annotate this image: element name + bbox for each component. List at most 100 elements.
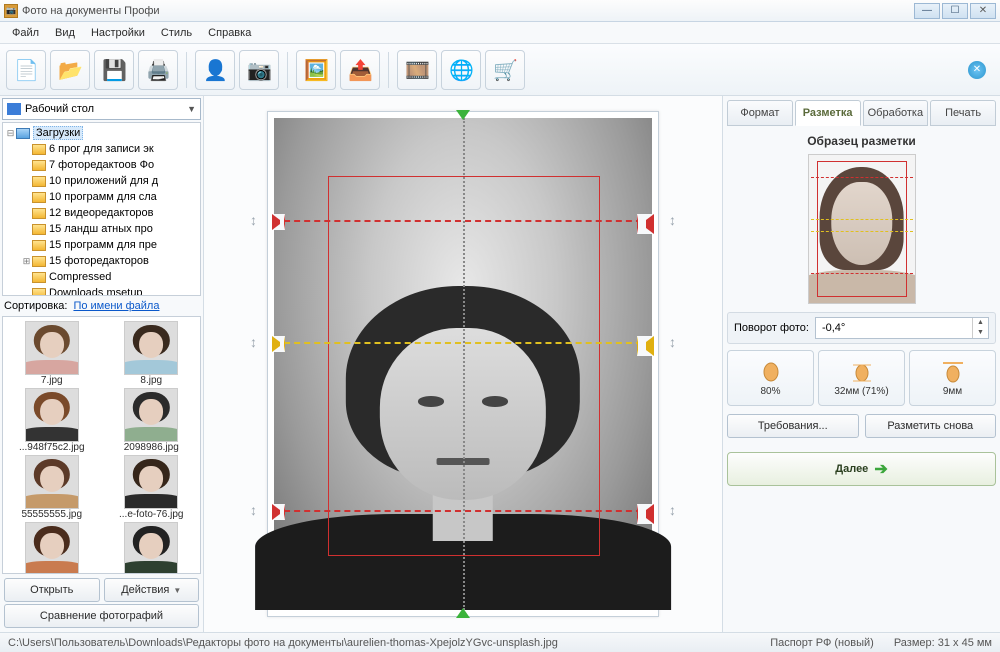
thumbnail[interactable]: ...e-foto-76.jpg	[105, 455, 199, 520]
menu-file[interactable]: Файл	[6, 25, 45, 41]
thumbnail-image	[124, 522, 178, 574]
tab-format[interactable]: Формат	[727, 100, 793, 126]
collapse-icon[interactable]: ⊟	[5, 128, 16, 139]
web-button[interactable]: 🌐	[441, 50, 481, 90]
window-controls: — ☐ ✕	[914, 3, 996, 19]
thumbnail[interactable]: 2098986.jpg	[105, 388, 199, 453]
metric-value: 32мм (71%)	[834, 386, 888, 397]
panel-close-button[interactable]: ✕	[968, 61, 986, 79]
metric-face-height[interactable]: 80%	[727, 350, 814, 406]
tree-root[interactable]: ⊟ Загрузки	[5, 125, 198, 141]
guide-marker[interactable]	[272, 336, 285, 352]
compare-button[interactable]: Сравнение фотографий	[4, 604, 199, 628]
tree-label: 12 видеоредакторов	[49, 207, 154, 219]
image-button[interactable]: 🖼️	[296, 50, 336, 90]
guide-marker[interactable]	[637, 336, 654, 356]
menu-settings[interactable]: Настройки	[85, 25, 151, 41]
drive-label: Рабочий стол	[25, 103, 94, 115]
rotate-row: Поворот фото: ▲▼	[727, 312, 996, 344]
tab-print[interactable]: Печать	[930, 100, 996, 126]
guide-marker[interactable]	[272, 504, 285, 520]
thumbnail[interactable]: 55555555.jpg	[5, 455, 99, 520]
folder-icon	[32, 144, 46, 155]
tree-item[interactable]: Compressed	[5, 269, 198, 285]
eye-guide[interactable]	[274, 342, 652, 344]
guide-marker[interactable]	[637, 504, 654, 524]
sort-link[interactable]: По имени файла	[73, 300, 159, 312]
rotate-spinner[interactable]: ▲▼	[815, 317, 989, 339]
camera-icon: 📷	[247, 58, 271, 82]
tree-label: 15 фоторедакторов	[49, 255, 149, 267]
top-handle[interactable]	[456, 110, 470, 120]
resize-arrow-icon: ↕	[250, 212, 257, 228]
close-button[interactable]: ✕	[970, 3, 996, 19]
tree-item[interactable]: 10 программ для сла	[5, 189, 198, 205]
new-button[interactable]: 📄	[6, 50, 46, 90]
open-file-button[interactable]: Открыть	[4, 578, 100, 602]
guide-marker[interactable]	[637, 214, 654, 234]
thumbnail-name: 2098986.jpg	[124, 442, 179, 453]
drive-select[interactable]: Рабочий стол ▼	[2, 98, 201, 120]
maximize-button[interactable]: ☐	[942, 3, 968, 19]
tree-item[interactable]: 12 видеоредакторов	[5, 205, 198, 221]
tree-label: 10 приложений для д	[49, 175, 158, 187]
menu-view[interactable]: Вид	[49, 25, 81, 41]
guide-marker[interactable]	[272, 214, 285, 230]
thumbnail[interactable]: ...948f75c2.jpg	[5, 388, 99, 453]
center-vertical-guide[interactable]	[463, 118, 465, 610]
tree-item[interactable]: 6 прог для записи эк	[5, 141, 198, 157]
next-label: Далее	[835, 463, 868, 475]
minimize-button[interactable]: —	[914, 3, 940, 19]
actions-button[interactable]: Действия▼	[104, 578, 200, 602]
tree-label: 10 программ для сла	[49, 191, 157, 203]
status-bar: C:\Users\Пользователь\Downloads\Редактор…	[0, 632, 1000, 652]
bottom-handle[interactable]	[456, 608, 470, 618]
tree-item[interactable]: 15 ландш атных про	[5, 221, 198, 237]
photo-canvas[interactable]: ↕ ↕ ↕ ↕ ↕ ↕	[267, 111, 659, 617]
thumbnail[interactable]: 47782129.jpg	[105, 522, 199, 574]
metric-top-margin[interactable]: 9мм	[909, 350, 996, 406]
thumbnail[interactable]: ...rasivo-37.jpg	[5, 522, 99, 574]
globe-icon: 🌐	[449, 58, 473, 82]
save-button[interactable]: 💾	[94, 50, 134, 90]
thumbnail-name: ...e-foto-76.jpg	[119, 509, 183, 520]
chin-guide[interactable]	[274, 510, 652, 512]
export-button[interactable]: 📤	[340, 50, 380, 90]
printer-icon: 🖨️	[146, 58, 170, 82]
menu-style[interactable]: Стиль	[155, 25, 198, 41]
print-button[interactable]: 🖨️	[138, 50, 178, 90]
person-button[interactable]: 👤	[195, 50, 235, 90]
folder-tree[interactable]: ⊟ Загрузки 6 прог для записи эк7 фоторед…	[2, 122, 201, 296]
open-button[interactable]: 📂	[50, 50, 90, 90]
requirements-button[interactable]: Требования...	[727, 414, 859, 438]
top-guide[interactable]	[274, 220, 652, 222]
expand-icon[interactable]: ⊞	[21, 256, 32, 267]
metric-value: 9мм	[943, 386, 962, 397]
tree-item[interactable]: 7 фоторедактоов Фо	[5, 157, 198, 173]
menu-help[interactable]: Справка	[202, 25, 257, 41]
thumbnail-grid[interactable]: 7.jpg8.jpg...948f75c2.jpg 2098986.jpg 5555…	[2, 316, 201, 574]
status-doc-type: Паспорт РФ (новый)	[770, 637, 874, 649]
tree-item[interactable]: Downloads msetup	[5, 285, 198, 296]
camera-button[interactable]: 📷	[239, 50, 279, 90]
next-button[interactable]: Далее ➔	[727, 452, 996, 486]
spin-down-icon[interactable]: ▼	[973, 328, 988, 338]
tree-item[interactable]: ⊞ 15 фоторедакторов	[5, 253, 198, 269]
tree-item[interactable]: 15 программ для пре	[5, 237, 198, 253]
head-size-icon	[850, 360, 874, 384]
tree-label: 15 ландш атных про	[49, 223, 153, 235]
cart-button[interactable]: 🛒	[485, 50, 525, 90]
app-icon: 📷	[4, 4, 18, 18]
tab-markup[interactable]: Разметка	[795, 100, 861, 126]
thumbnail[interactable]: 8.jpg	[105, 321, 199, 386]
remark-button[interactable]: Разметить снова	[865, 414, 997, 438]
toolbar-separator	[388, 52, 389, 88]
spin-up-icon[interactable]: ▲	[973, 318, 988, 328]
person-icon: 👤	[203, 58, 227, 82]
tab-process[interactable]: Обработка	[863, 100, 929, 126]
video-button[interactable]: 🎞️	[397, 50, 437, 90]
rotate-input[interactable]	[816, 318, 972, 338]
thumbnail[interactable]: 7.jpg	[5, 321, 99, 386]
tree-item[interactable]: 10 приложений для д	[5, 173, 198, 189]
metric-head-size[interactable]: 32мм (71%)	[818, 350, 905, 406]
